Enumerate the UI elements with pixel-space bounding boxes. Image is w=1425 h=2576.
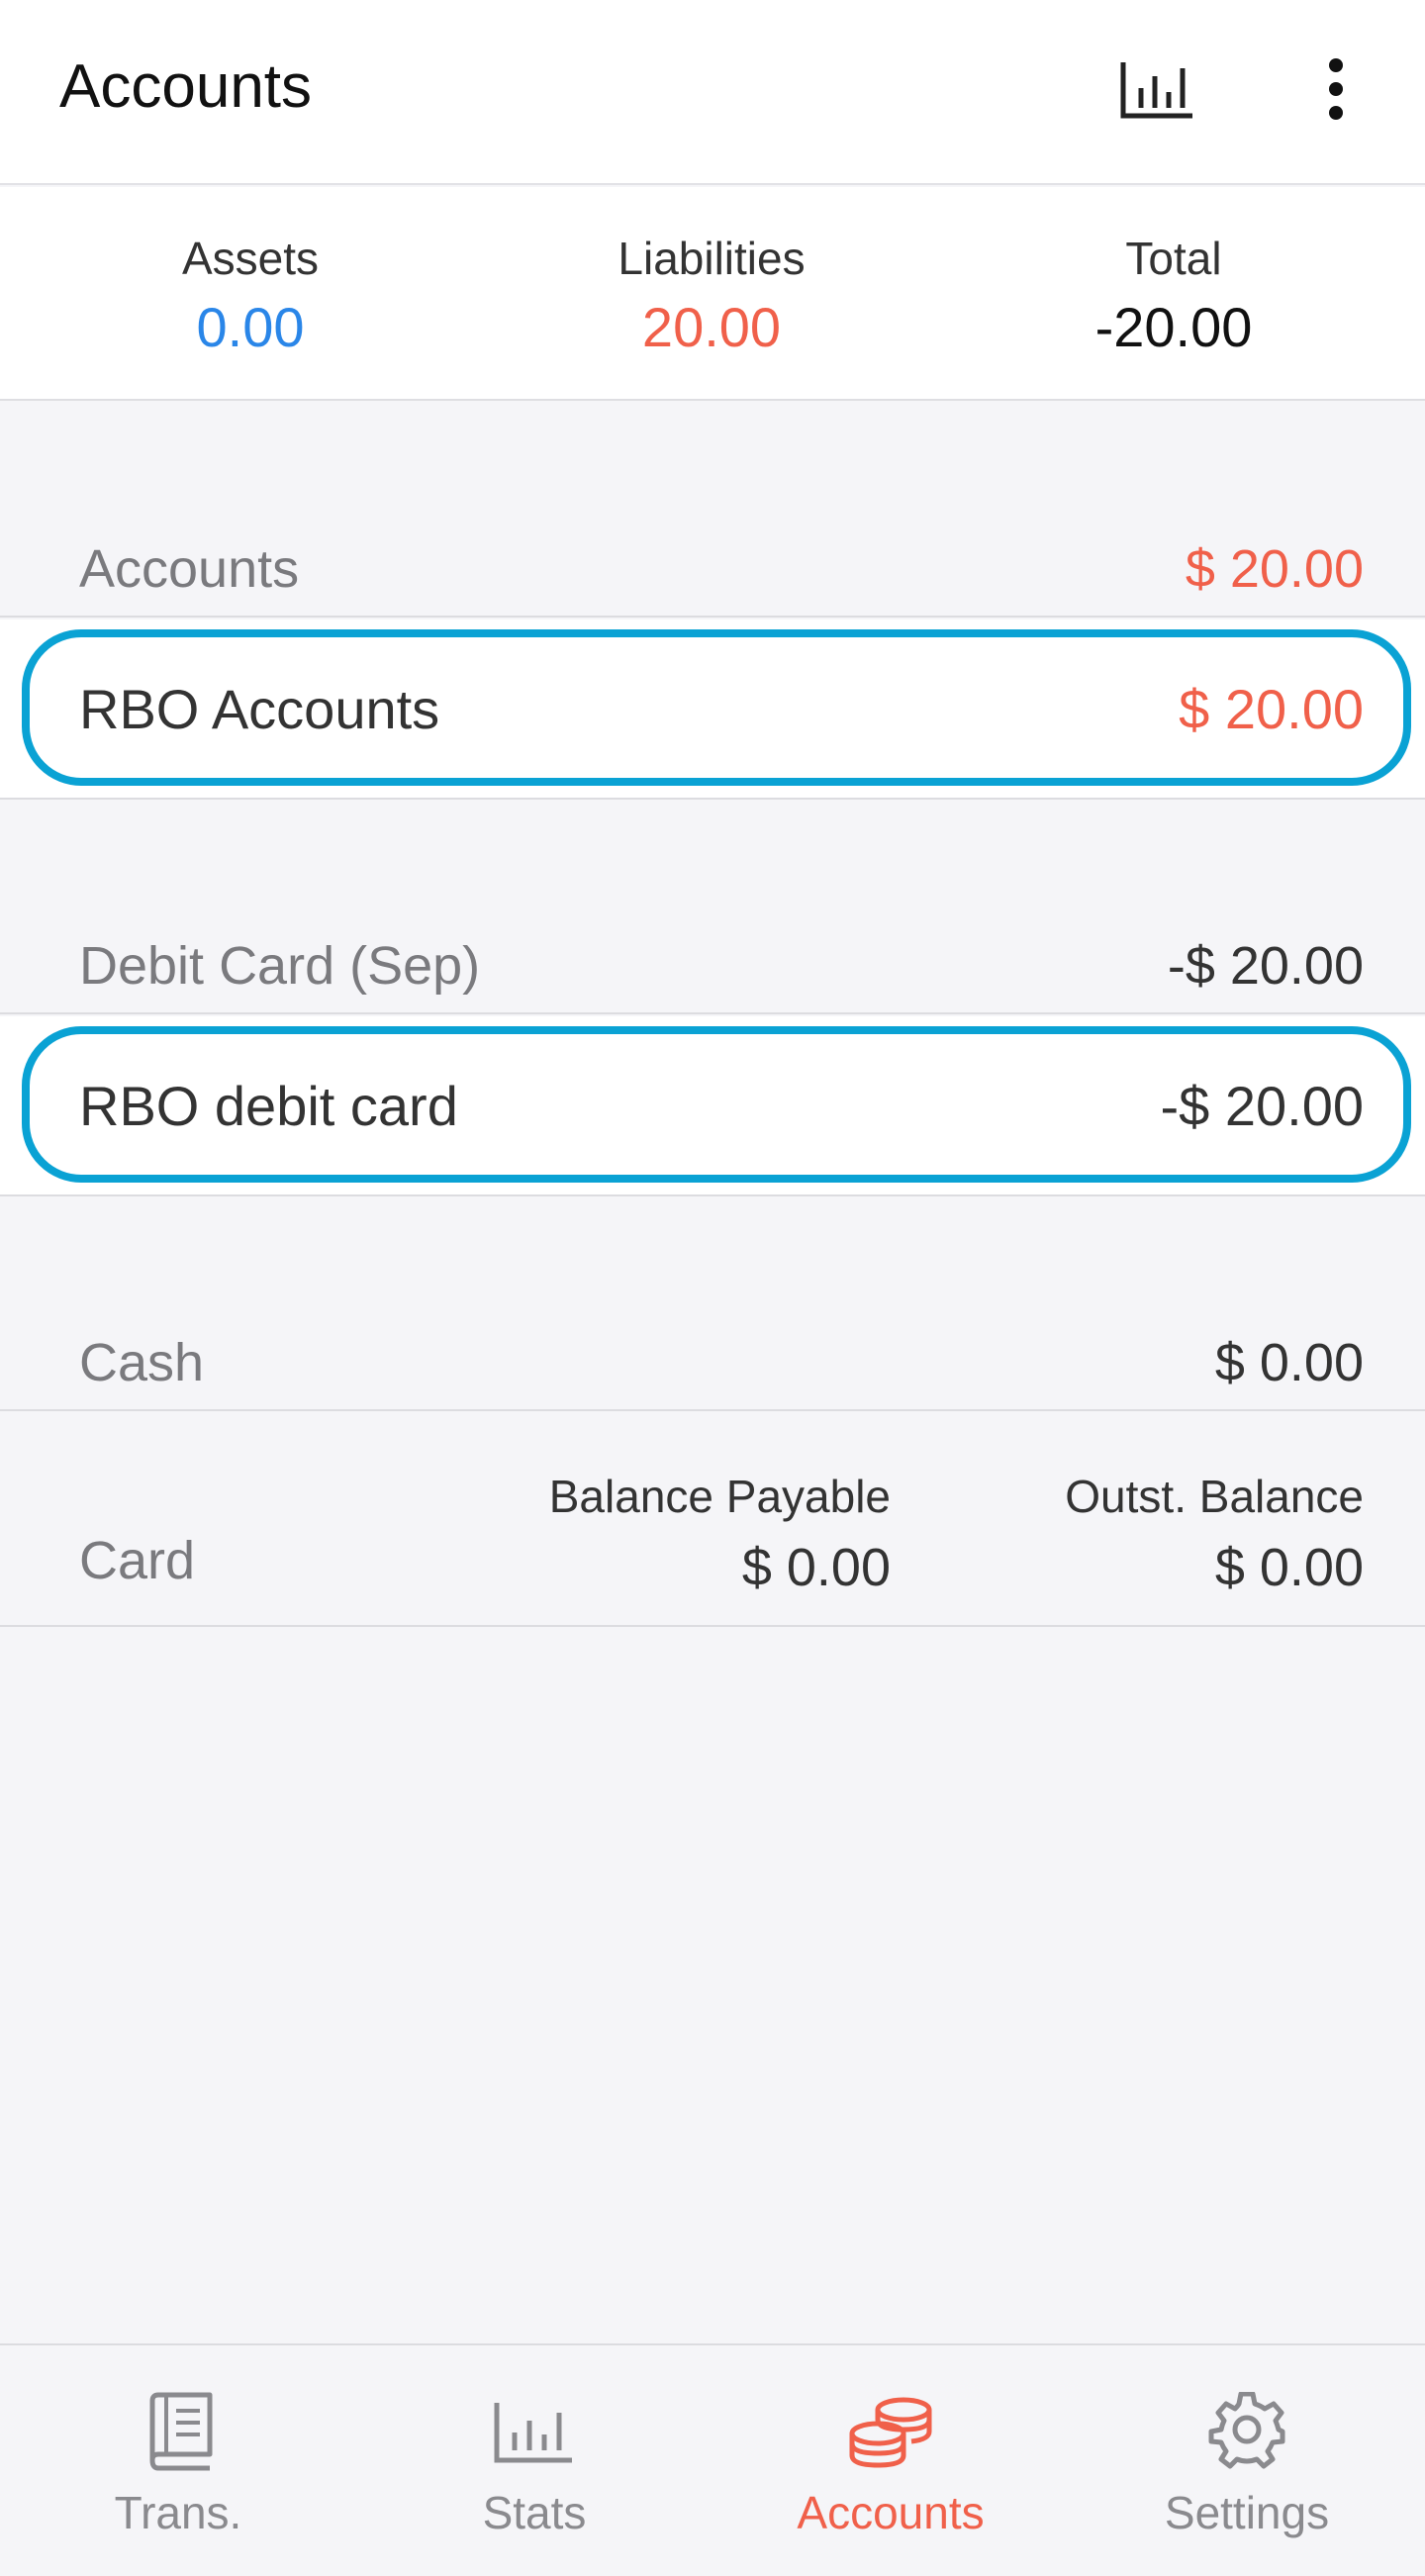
summary-bar: Assets 0.00 Liabilities 20.00 Total -20.…	[0, 187, 1425, 401]
group-label: Cash	[79, 1333, 205, 1392]
account-name: RBO Accounts	[79, 678, 440, 740]
app-bar: Accounts	[0, 0, 1425, 185]
account-name: RBO debit card	[79, 1075, 458, 1137]
balance-payable-label: Balance Payable	[548, 1471, 891, 1522]
nav-label: Accounts	[797, 2487, 985, 2538]
group-label: Accounts	[79, 539, 300, 599]
nav-label: Stats	[482, 2487, 587, 2538]
page-title: Accounts	[59, 52, 313, 121]
more-options-button[interactable]	[1306, 45, 1366, 134]
assets-summary: Assets 0.00	[43, 229, 458, 365]
outstanding-balance: Outst. Balance $ 0.00	[1065, 1467, 1364, 1605]
coins-icon	[849, 2397, 932, 2468]
nav-tab-accounts[interactable]: Accounts	[712, 2345, 1069, 2576]
nav-label: Trans.	[114, 2487, 242, 2538]
balance-payable-value: $ 0.00	[741, 1538, 891, 1597]
nav-tab-stats[interactable]: Stats	[356, 2345, 712, 2576]
group-label: Debit Card (Sep)	[79, 936, 481, 996]
group-header-cash[interactable]: Cash $ 0.00	[0, 1322, 1425, 1411]
account-amount: $ 20.00	[1179, 678, 1364, 740]
nav-label: Settings	[1164, 2487, 1330, 2538]
group-amount: $ 0.00	[1214, 1333, 1364, 1392]
assets-value: 0.00	[196, 296, 305, 358]
stats-button[interactable]	[1108, 49, 1207, 129]
bottom-navigation: Trans. Stats Accounts Settings	[0, 2343, 1425, 2576]
liabilities-summary: Liabilities 20.00	[504, 229, 919, 365]
group-header-accounts[interactable]: Accounts $ 20.00	[0, 528, 1425, 618]
account-row-rbo-accounts[interactable]: RBO Accounts $ 20.00	[0, 620, 1425, 800]
book-icon	[149, 2392, 213, 2471]
bar-chart-icon	[494, 2403, 572, 2463]
group-amount: $ 20.00	[1185, 539, 1364, 599]
nav-tab-settings[interactable]: Settings	[1069, 2345, 1425, 2576]
group-label: Card	[79, 1531, 196, 1590]
account-row-rbo-debit-card[interactable]: RBO debit card -$ 20.00	[0, 1016, 1425, 1196]
assets-label: Assets	[181, 233, 320, 284]
gear-icon	[1208, 2392, 1285, 2469]
bar-chart-icon	[1120, 62, 1192, 119]
liabilities-value: 20.00	[641, 296, 782, 358]
nav-tab-trans[interactable]: Trans.	[0, 2345, 356, 2576]
balance-payable: Balance Payable $ 0.00	[549, 1467, 891, 1605]
group-header-debit-card[interactable]: Debit Card (Sep) -$ 20.00	[0, 925, 1425, 1014]
liabilities-label: Liabilities	[618, 233, 806, 284]
group-header-card[interactable]: Card Balance Payable $ 0.00 Outst. Balan…	[0, 1411, 1425, 1627]
outstanding-balance-label: Outst. Balance	[1065, 1471, 1364, 1522]
total-value: -20.00	[1094, 296, 1253, 358]
group-amount: -$ 20.00	[1167, 936, 1364, 996]
account-amount: -$ 20.00	[1160, 1075, 1365, 1137]
total-summary: Total -20.00	[966, 229, 1381, 365]
total-label: Total	[1125, 233, 1222, 284]
outstanding-balance-value: $ 0.00	[1214, 1538, 1364, 1597]
more-vertical-icon	[1329, 58, 1343, 120]
